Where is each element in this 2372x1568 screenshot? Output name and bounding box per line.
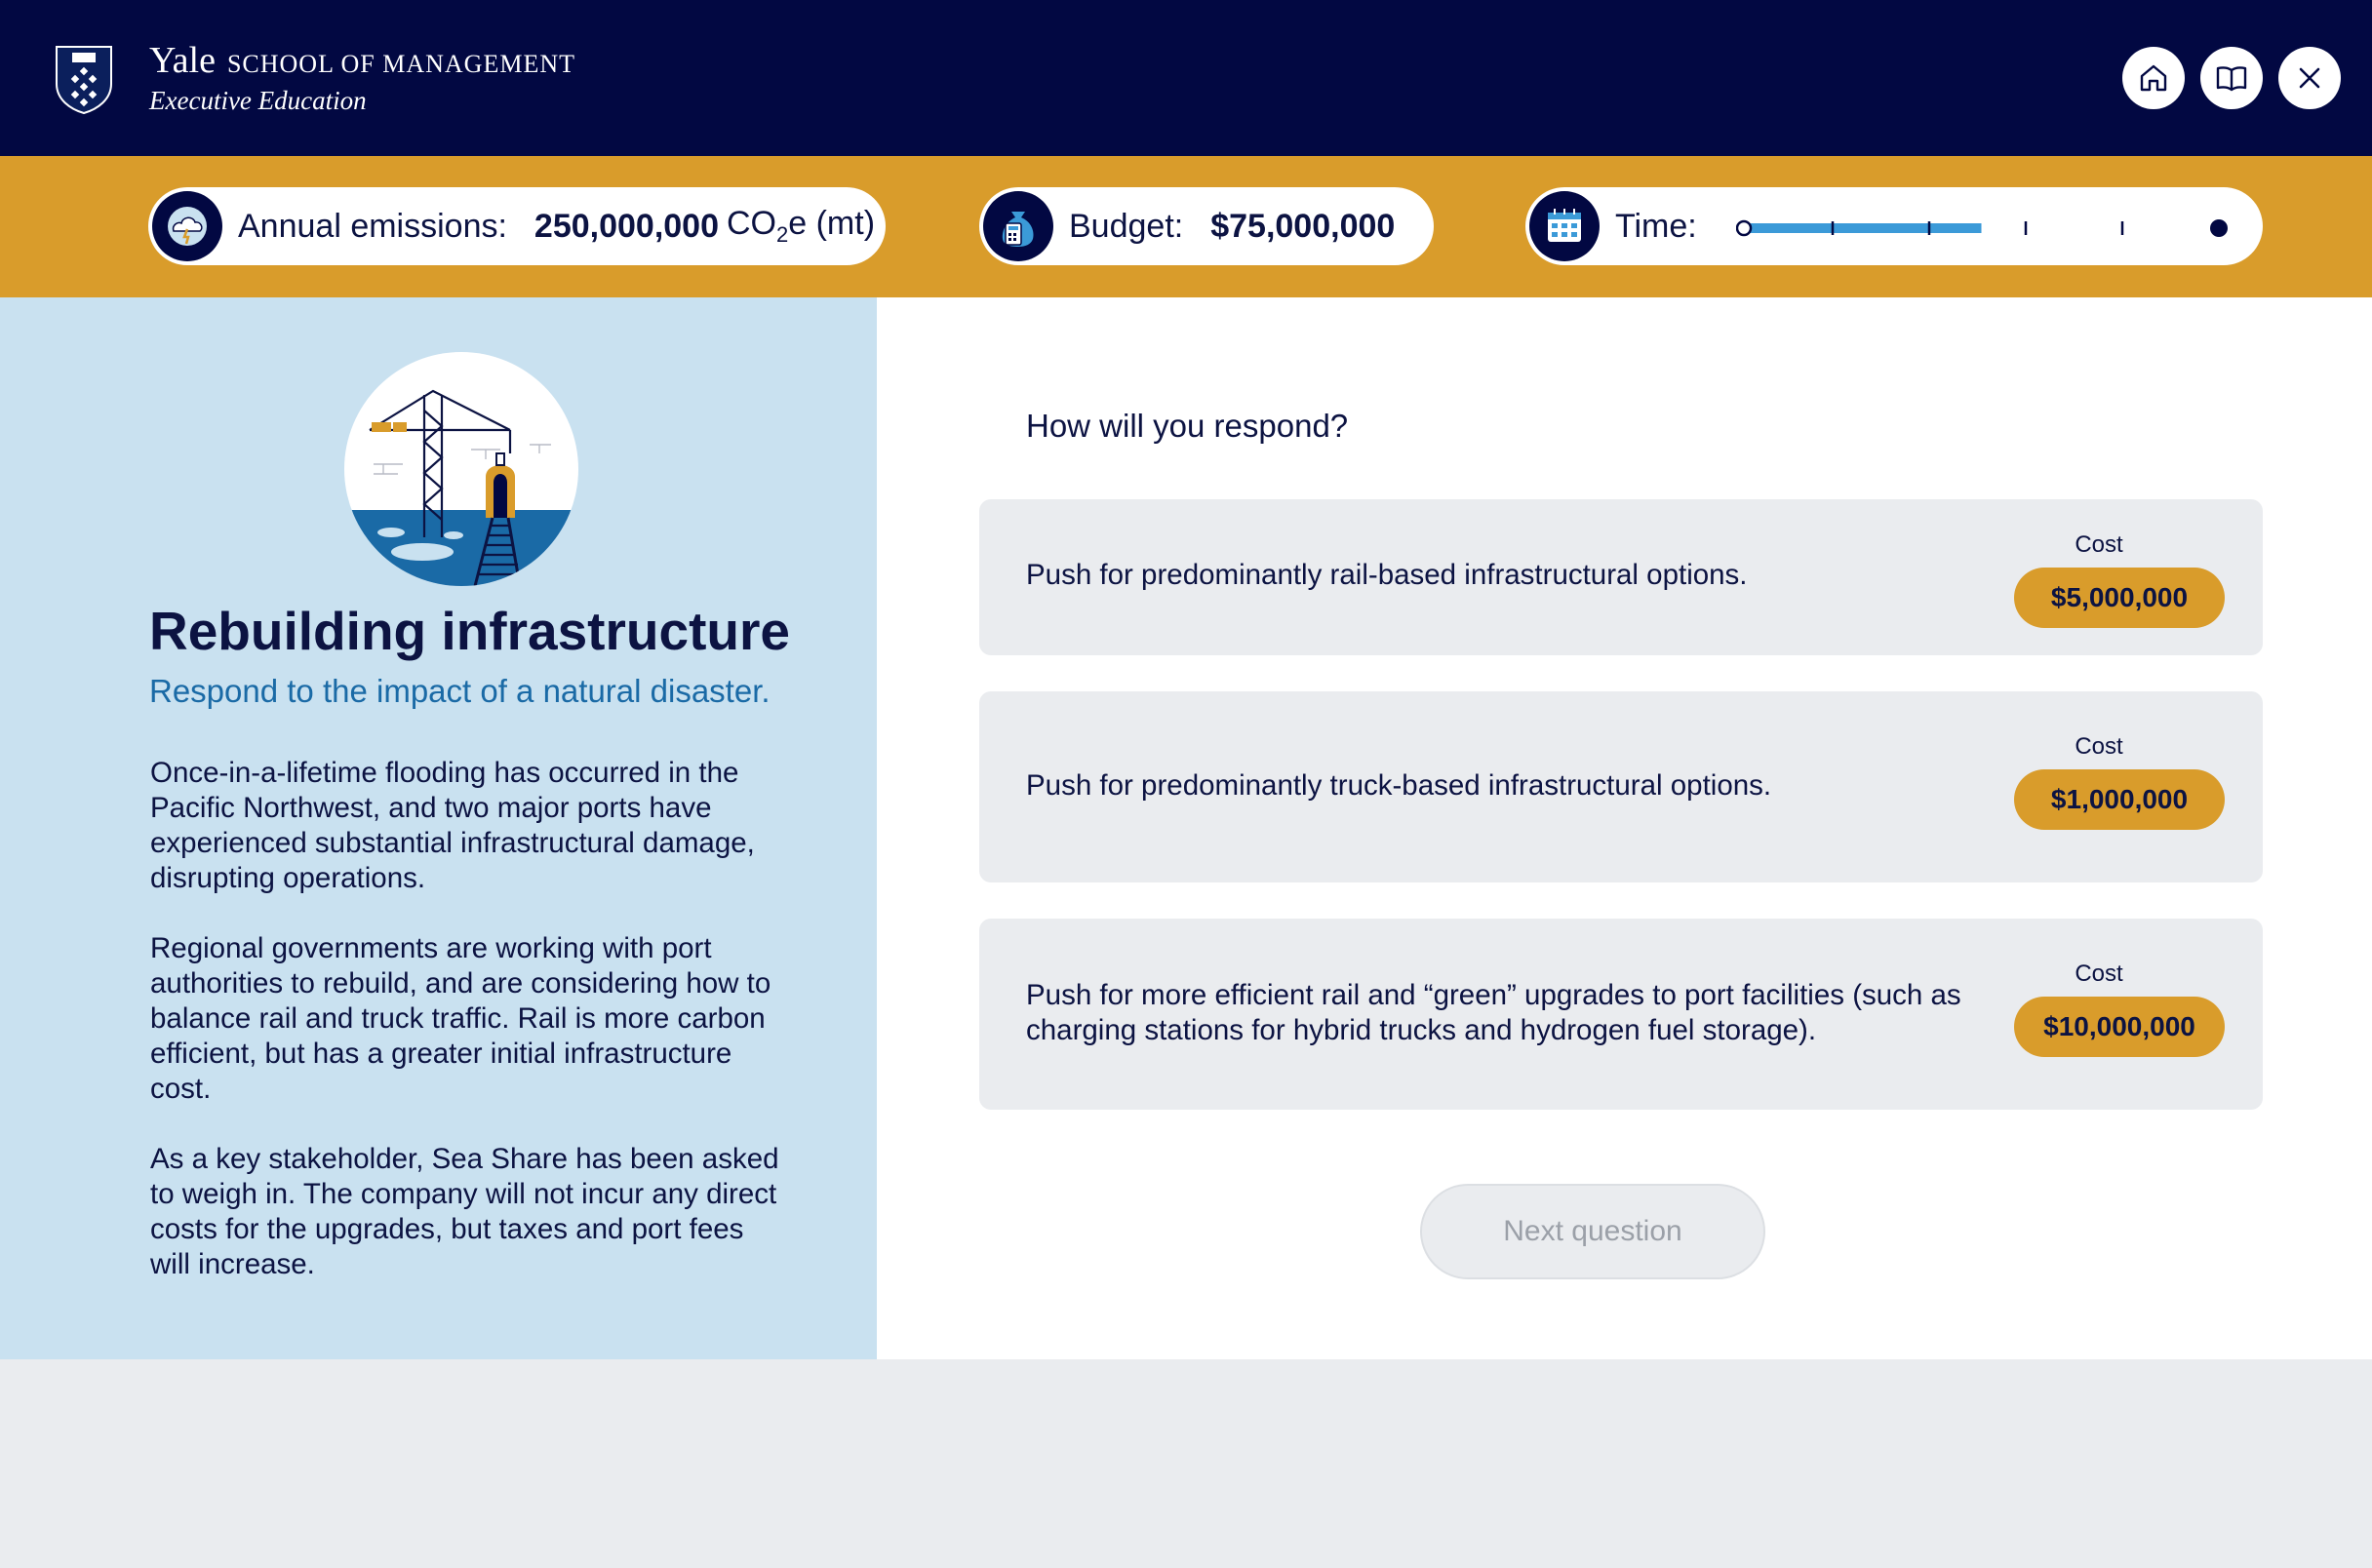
scenario-paragraph: As a key stakeholder, Sea Share has been… xyxy=(150,1143,779,1280)
option-text: Push for predominantly rail-based infras… xyxy=(1026,559,1748,591)
time-badge xyxy=(1529,191,1600,261)
close-button[interactable] xyxy=(2278,47,2341,109)
budget-value: $75,000,000 xyxy=(1210,207,1396,245)
scenario-title: Rebuilding infrastructure xyxy=(149,601,790,661)
money-bag-icon xyxy=(1002,212,1034,247)
brand-school: School of Management xyxy=(226,50,575,78)
guide-button[interactable] xyxy=(2200,47,2263,109)
option-text: Push for more efficient rail and “green”… xyxy=(1026,979,1961,1046)
emissions-label: Annual emissions: xyxy=(238,207,507,245)
brand-name: Yale xyxy=(149,40,216,81)
option-green-upgrades[interactable]: Push for more efficient rail and “green”… xyxy=(979,919,2263,1110)
cost-badge: $1,000,000 xyxy=(2014,769,2225,830)
cost-label: Cost xyxy=(2075,733,2123,760)
time-progress-track xyxy=(1736,219,2228,237)
brand-subtitle: Executive Education xyxy=(149,86,367,115)
book-icon xyxy=(2216,66,2247,92)
next-question-button[interactable]: Next question xyxy=(1420,1184,1765,1279)
time-progress-fill xyxy=(1744,223,1982,233)
budget-label: Budget: xyxy=(1069,207,1184,245)
emissions-unit: CO2e (mt) xyxy=(727,205,876,247)
home-button[interactable] xyxy=(2122,47,2185,109)
scenario-paragraph: Once-in-a-lifetime flooding has occurred… xyxy=(150,757,755,894)
scenario-subtitle: Respond to the impact of a natural disas… xyxy=(149,673,771,709)
option-rail[interactable]: Push for predominantly rail-based infras… xyxy=(979,499,2263,655)
close-icon xyxy=(2299,67,2320,89)
brand-wordmark: Yale School of Management Executive Educ… xyxy=(149,39,575,116)
time-label: Time: xyxy=(1615,207,1697,245)
cloud-emissions-icon xyxy=(168,207,207,246)
time-end-marker xyxy=(2210,219,2228,237)
emissions-indicator: Annual emissions: 250,000,000 CO2e (mt) xyxy=(148,187,886,265)
cost-label: Cost xyxy=(2075,960,2123,987)
time-start-marker xyxy=(1736,219,1753,237)
cost-badge: $5,000,000 xyxy=(2014,568,2225,628)
port-crane-illustration xyxy=(344,352,578,586)
response-panel: How will you respond? Push for predomina… xyxy=(877,297,2372,1359)
emissions-value: 250,000,000 xyxy=(534,207,719,245)
yale-shield-logo xyxy=(56,46,112,115)
budget-indicator: Budget: $75,000,000 xyxy=(979,187,1434,265)
option-text: Push for predominantly truck-based infra… xyxy=(1026,769,1772,802)
emissions-badge xyxy=(152,191,222,261)
cost-badge: $10,000,000 xyxy=(2014,997,2225,1057)
budget-badge xyxy=(983,191,1053,261)
scenario-panel: Rebuilding infrastructure Respond to the… xyxy=(0,297,877,1359)
calendar-icon xyxy=(1548,209,1581,242)
cost-label: Cost xyxy=(2075,531,2123,558)
scenario-paragraph: Regional governments are working with po… xyxy=(150,932,771,1105)
top-header: Yale School of Management Executive Educ… xyxy=(0,0,2372,156)
question-prompt: How will you respond? xyxy=(1026,408,1349,444)
home-icon xyxy=(2140,64,2167,92)
option-truck[interactable]: Push for predominantly truck-based infra… xyxy=(979,691,2263,882)
